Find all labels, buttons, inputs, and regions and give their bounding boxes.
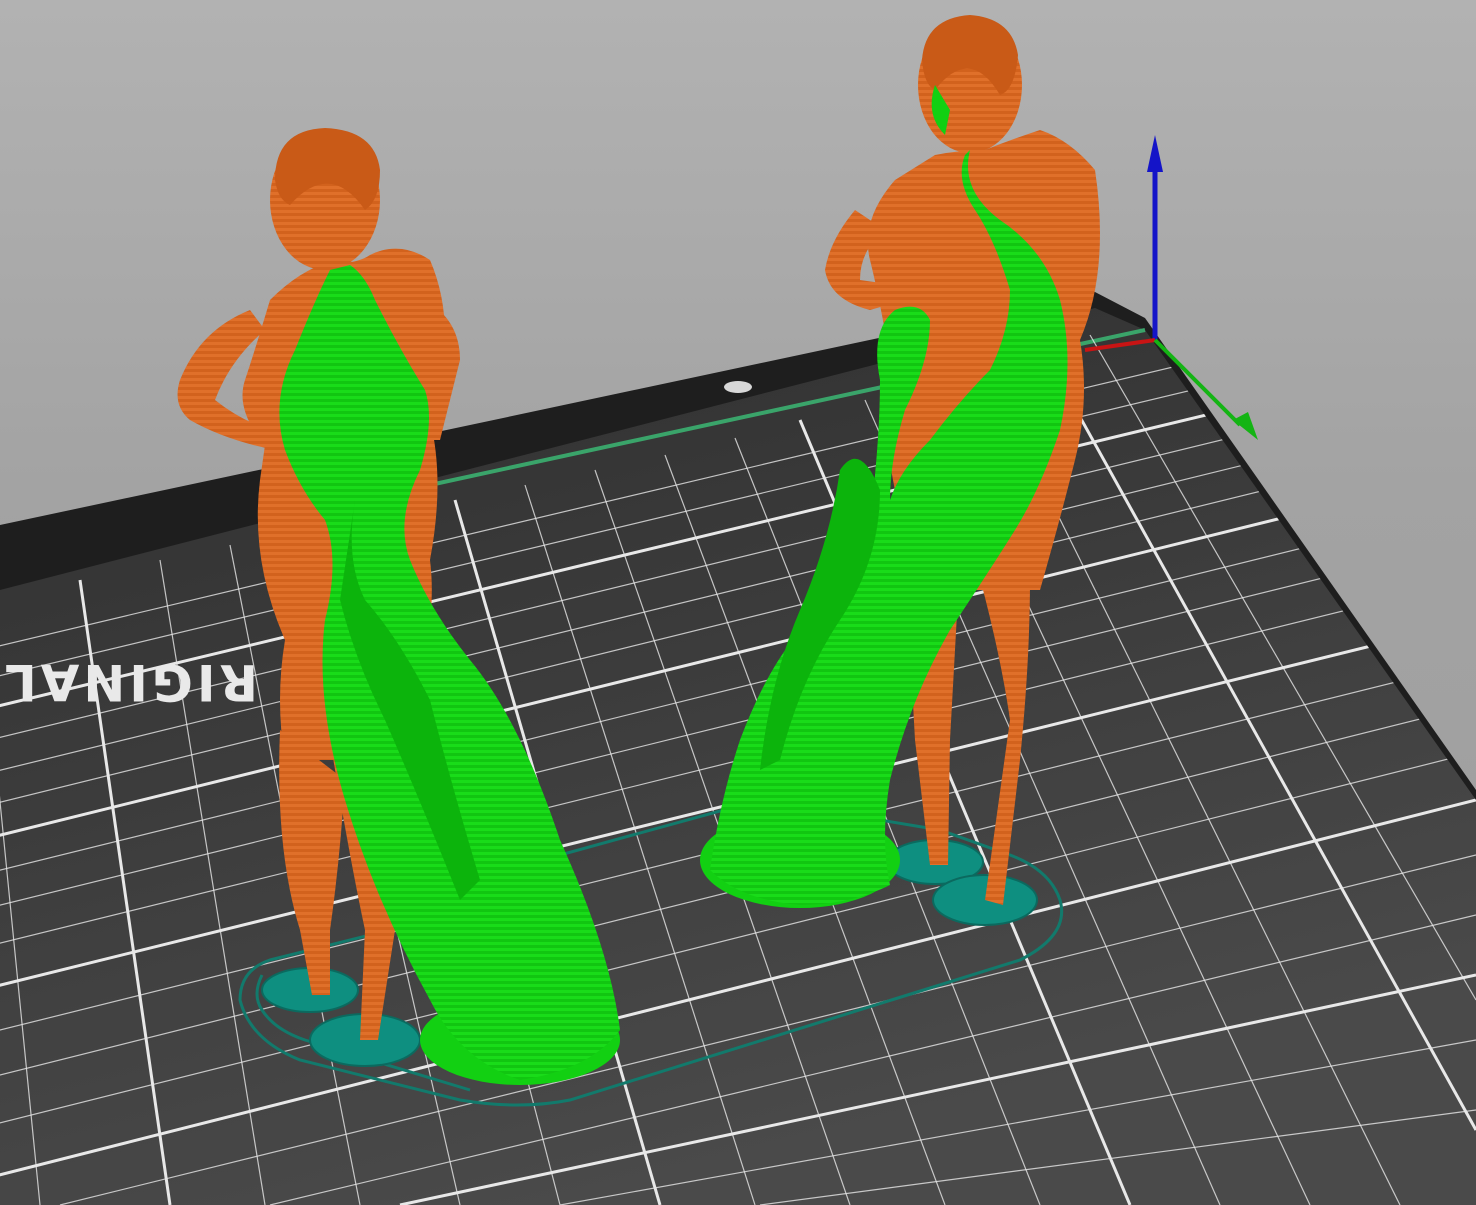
bed-label: RIGINAL — [1, 653, 258, 711]
bed-hole — [724, 381, 752, 393]
z-axis-arrow-icon — [1147, 135, 1163, 172]
3d-viewport[interactable]: RIGINAL — [0, 0, 1476, 1205]
y-axis-arrow-icon — [1233, 412, 1258, 440]
scene-canvas[interactable]: RIGINAL — [0, 0, 1476, 1205]
